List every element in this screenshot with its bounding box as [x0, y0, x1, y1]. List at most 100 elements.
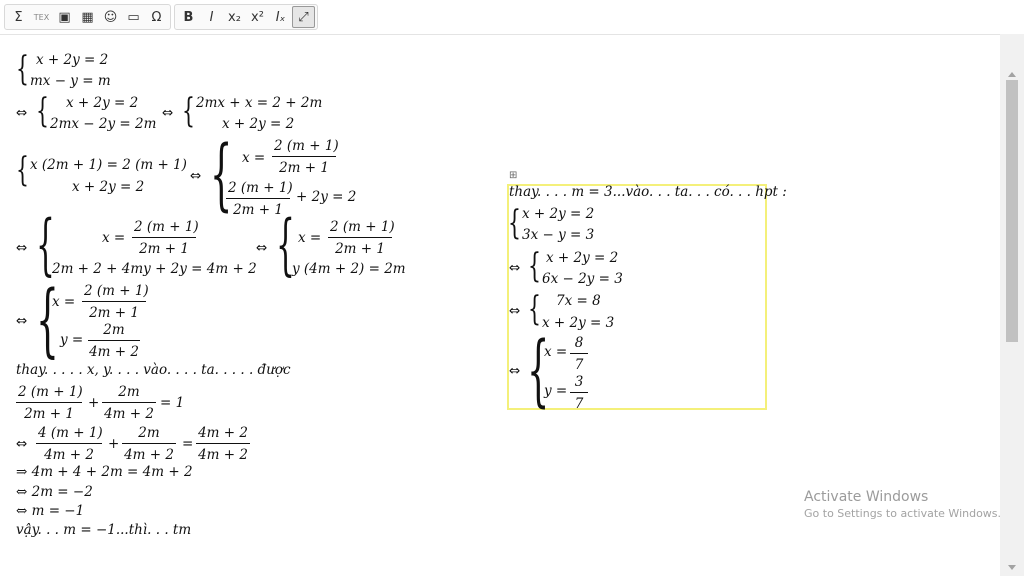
math-line: x + 2y = 2: [522, 206, 595, 222]
vertical-scrollbar[interactable]: [1000, 34, 1024, 576]
scroll-thumb[interactable]: [1006, 80, 1018, 342]
math-line: x =: [298, 230, 322, 246]
fraction: 2m 4m + 2: [102, 384, 156, 422]
fraction-numerator: 2m: [102, 384, 156, 403]
math-line: 6x − 2y = 3: [542, 271, 623, 287]
toolbar-group-insert: Σ TEX ▣ ▦ ☺ ▭ Ω: [4, 4, 171, 30]
math-line: x =: [544, 344, 568, 360]
math-line: + 2y = 2: [296, 189, 357, 205]
equiv-arrow: ⇔: [509, 363, 521, 379]
math-line: y =: [60, 332, 84, 348]
remove-format-button[interactable]: Iₓ: [269, 6, 292, 28]
fraction: 2 (m + 1) 2m + 1: [328, 219, 395, 257]
math-line: mx − y = m: [30, 73, 111, 89]
equiv-arrow: ⇔: [190, 168, 202, 184]
fraction-numerator: 8: [570, 335, 588, 354]
toolbar-group-format: B Ix₂ x² Iₓ ⤢: [174, 4, 318, 30]
brace-icon: {: [508, 203, 521, 243]
equiv-arrow: ⇔: [16, 313, 28, 329]
fraction-numerator: 2 (m + 1): [82, 283, 149, 302]
brace-icon: {: [528, 289, 541, 329]
bold-button[interactable]: B: [177, 6, 200, 28]
fraction: 2 (m + 1) 2m + 1: [16, 384, 83, 422]
fraction-denominator: 7: [574, 396, 584, 412]
brace-icon: {: [528, 246, 541, 286]
sum-icon[interactable]: Σ: [7, 6, 30, 28]
math-line: ⇔ m = −1: [16, 503, 85, 519]
scroll-up-icon[interactable]: [1008, 72, 1016, 77]
scroll-down-icon[interactable]: [1008, 565, 1016, 570]
fraction-denominator: 2m + 1: [279, 160, 329, 176]
fraction-denominator: 4m + 2: [89, 344, 139, 360]
fraction: 2m 4m + 2: [88, 322, 140, 360]
fraction-numerator: 2 (m + 1): [272, 138, 339, 157]
equiv-arrow: ⇔: [162, 105, 174, 121]
tex-icon[interactable]: TEX: [30, 6, 53, 28]
text-line: thay. . . . m = 3...vào. . . ta. . . có.…: [509, 184, 787, 200]
math-line: ⇔ 2m = −2: [16, 484, 93, 500]
fraction-denominator: 7: [574, 357, 584, 373]
fraction-numerator: 4 (m + 1): [36, 425, 103, 444]
image-cut-icon[interactable]: ▣: [53, 6, 76, 28]
fraction: 2 (m + 1) 2m + 1: [82, 283, 149, 321]
plus-sign: +: [88, 395, 100, 411]
fraction: 4m + 2 4m + 2: [196, 425, 250, 463]
fraction-denominator: 4m + 2: [44, 447, 94, 463]
image-icon[interactable]: ▭: [122, 6, 145, 28]
fraction-denominator: 2m + 1: [24, 406, 74, 422]
fraction: 8 7: [570, 335, 588, 373]
fraction-numerator: 4m + 2: [196, 425, 250, 444]
math-line: x =: [242, 150, 266, 166]
equals-sign: =: [182, 436, 194, 452]
fraction-numerator: 2 (m + 1): [226, 180, 293, 199]
omega-icon[interactable]: Ω: [145, 6, 168, 28]
fraction-denominator: 4m + 2: [198, 447, 248, 463]
equiv-arrow: ⇔: [16, 240, 28, 256]
math-line: 3x − y = 3: [522, 227, 595, 243]
text-line: thay. . . . . x, y. . . . vào. . . . ta.…: [16, 362, 291, 378]
fraction-numerator: 2 (m + 1): [132, 219, 199, 238]
math-line: vậy. . . m = −1...thì. . . tm: [16, 522, 192, 538]
math-line: 7x = 8: [556, 293, 601, 309]
math-line: x + 2y = 3: [542, 315, 615, 331]
math-line: x + 2y = 2: [72, 179, 145, 195]
plus-sign: +: [108, 436, 120, 452]
equiv-arrow: ⇔: [16, 105, 28, 121]
equiv-arrow: ⇔: [256, 240, 268, 256]
equiv-arrow: ⇔: [509, 260, 521, 276]
fraction: 2 (m + 1) 2m + 1: [272, 138, 339, 176]
emoji-icon[interactable]: ☺: [99, 6, 122, 28]
move-handle-icon[interactable]: ⊞: [509, 171, 519, 181]
math-line: ⇒ 4m + 4 + 2m = 4m + 2: [16, 464, 193, 480]
math-line: x + 2y = 2: [546, 250, 619, 266]
math-line: = 1: [160, 395, 185, 411]
math-line: x (2m + 1) = 2 (m + 1): [30, 157, 187, 173]
fraction-denominator: 2m + 1: [139, 241, 189, 257]
equiv-arrow: ⇔: [509, 303, 521, 319]
math-line: 2m + 2 + 4my + 2y = 4m + 2: [52, 261, 257, 277]
fraction-numerator: 2m: [88, 322, 140, 341]
subscript-button[interactable]: x₂: [223, 6, 246, 28]
fraction: 2m 4m + 2: [122, 425, 176, 463]
math-line: x =: [102, 230, 126, 246]
equiv-arrow: ⇔: [16, 436, 28, 452]
fraction-numerator: 2m: [122, 425, 176, 444]
maximize-button[interactable]: ⤢: [292, 6, 315, 28]
brace-icon: {: [16, 150, 29, 190]
fraction-numerator: 3: [570, 374, 588, 393]
math-line: x + 2y = 2: [36, 52, 109, 68]
fraction-denominator: 4m + 2: [104, 406, 154, 422]
fraction-denominator: 2m + 1: [335, 241, 385, 257]
table-icon[interactable]: ▦: [76, 6, 99, 28]
activate-windows-subtitle: Go to Settings to activate Windows.: [804, 507, 1002, 520]
brace-icon: {: [36, 91, 49, 131]
math-line: y =: [544, 383, 568, 399]
brace-icon: {: [182, 91, 195, 131]
math-line: 2mx + x = 2 + 2m: [196, 95, 323, 111]
superscript-button[interactable]: x²: [246, 6, 269, 28]
brace-icon: {: [36, 273, 59, 366]
math-line: x + 2y = 2: [222, 116, 295, 132]
italic-button[interactable]: I: [200, 6, 223, 28]
fraction: 4 (m + 1) 4m + 2: [36, 425, 103, 463]
fraction-denominator: 4m + 2: [124, 447, 174, 463]
